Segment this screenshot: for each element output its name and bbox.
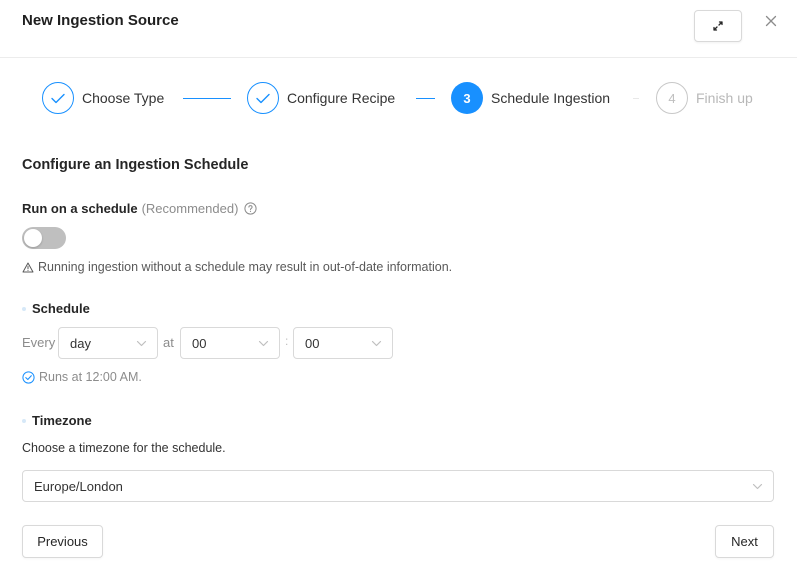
help-tooltip-trigger[interactable] [244, 202, 258, 215]
step-1-circle [42, 82, 74, 114]
chevron-down-icon [752, 483, 763, 490]
section-title: Configure an Ingestion Schedule [22, 157, 249, 173]
step-3-circle: 3 [451, 82, 483, 114]
step-connector [183, 98, 231, 99]
every-label: Every [22, 335, 56, 350]
schedule-label-text: Schedule [32, 301, 90, 316]
field-dot [22, 306, 26, 311]
minute-value: 00 [305, 335, 320, 351]
run-on-schedule-text: Run on a schedule [22, 201, 138, 216]
chevron-down-icon [371, 340, 382, 347]
frequency-select[interactable]: day [58, 327, 158, 359]
timezone-value: Europe/London [34, 478, 123, 494]
time-separator: : [285, 334, 289, 348]
timezone-label-text: Timezone [32, 413, 92, 428]
next-button[interactable]: Next [715, 525, 774, 558]
toggle-knob [24, 229, 42, 247]
step-2-circle [247, 82, 279, 114]
frequency-value: day [70, 335, 91, 351]
step-4-label: Finish up [696, 90, 753, 106]
step-connector [633, 98, 639, 99]
check-icon [51, 93, 65, 103]
chevron-down-icon [136, 340, 147, 347]
runs-at-text: Runs at 12:00 AM. [39, 370, 142, 384]
field-dot [22, 418, 26, 423]
close-icon [765, 15, 777, 27]
hour-select[interactable]: 00 [180, 327, 280, 359]
check-icon [256, 93, 270, 103]
step-4-circle: 4 [656, 82, 688, 114]
check-circle-icon [22, 370, 35, 384]
run-on-schedule-toggle[interactable] [22, 227, 66, 249]
modal-title: New Ingestion Source [22, 12, 179, 29]
step-connector [416, 98, 435, 99]
at-label: at [163, 335, 174, 350]
chevron-down-icon [258, 340, 269, 347]
warning-text: Running ingestion without a schedule may… [38, 260, 453, 274]
close-button[interactable] [762, 12, 780, 30]
runs-at-info: Runs at 12:00 AM. [22, 370, 142, 384]
timezone-label: Timezone [22, 413, 92, 428]
schedule-warning: Running ingestion without a schedule may… [22, 260, 452, 274]
expand-icon [713, 21, 723, 31]
timezone-description: Choose a timezone for the schedule. [22, 441, 226, 455]
hour-value: 00 [192, 335, 207, 351]
run-on-schedule-label: Run on a schedule (Recommended) [22, 201, 258, 216]
timezone-select[interactable]: Europe/London [22, 470, 774, 502]
step-3-label: Schedule Ingestion [491, 90, 611, 106]
steps-bar: Choose Type Configure Recipe 3 Schedule … [0, 82, 797, 116]
expand-button[interactable] [694, 10, 742, 42]
recommended-hint: (Recommended) [141, 201, 239, 216]
help-icon [244, 202, 258, 215]
previous-button[interactable]: Previous [22, 525, 103, 558]
modal-header: New Ingestion Source [0, 0, 797, 58]
step-1-label: Choose Type [82, 90, 165, 106]
warning-icon [22, 262, 34, 272]
minute-select[interactable]: 00 [293, 327, 393, 359]
step-2-label: Configure Recipe [287, 90, 396, 106]
schedule-label: Schedule [22, 301, 90, 316]
